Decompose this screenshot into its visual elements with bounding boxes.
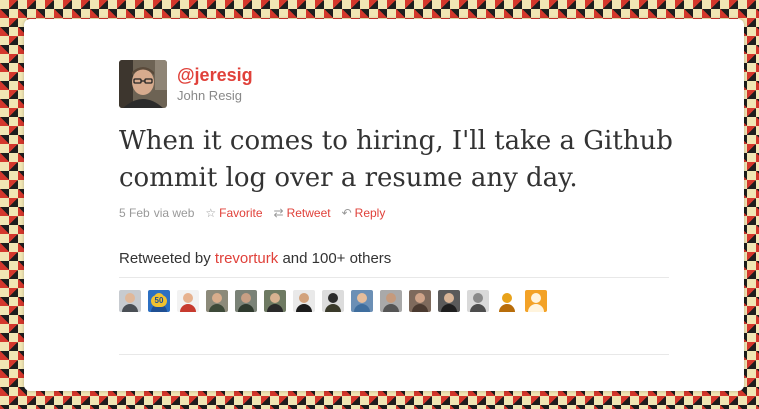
avatar-body: [122, 304, 138, 312]
retweet-button[interactable]: ⇄ Retweet: [274, 205, 331, 221]
avatar-body: [209, 304, 225, 312]
star-icon: ☆: [205, 206, 217, 220]
avatar-body: [325, 304, 341, 312]
favorite-button[interactable]: ☆ Favorite: [205, 205, 262, 221]
retweeter-11-avatar[interactable]: [409, 290, 431, 312]
reply-label: Reply: [354, 206, 386, 220]
retweeter-3-avatar[interactable]: [177, 290, 199, 312]
author-handle[interactable]: @jeresig: [177, 64, 253, 86]
favorite-label: Favorite: [219, 206, 263, 220]
avatar-head: [531, 293, 541, 303]
author-name: John Resig: [177, 88, 243, 103]
retweeter-5-avatar[interactable]: [235, 290, 257, 312]
avatar-body: [383, 304, 399, 312]
retweeter-8-avatar[interactable]: [322, 290, 344, 312]
retweeter-4-avatar[interactable]: [206, 290, 228, 312]
avatar-head: [125, 293, 135, 303]
retweeter-7-avatar[interactable]: [293, 290, 315, 312]
retweeter-10-avatar[interactable]: [380, 290, 402, 312]
retweeted-by-prefix: Retweeted by: [119, 250, 211, 267]
avatar-body: [296, 304, 312, 312]
reply-button[interactable]: ↶ Reply: [342, 205, 386, 221]
author-avatar-image: [119, 60, 167, 108]
avatar-body: [354, 304, 370, 312]
tweet-text: When it comes to hiring, I'll take a Git…: [119, 126, 673, 193]
avatar-head: [270, 293, 280, 303]
avatar-body: [441, 304, 457, 312]
retweeter-2-avatar[interactable]: 50: [148, 290, 170, 312]
retweeter-9-avatar[interactable]: [351, 290, 373, 312]
avatar-body: [470, 304, 486, 312]
avatar-head: [473, 293, 483, 303]
avatar-badge: 50: [151, 295, 167, 307]
retweeter-1-avatar[interactable]: [119, 290, 141, 312]
reply-icon: ↶: [341, 206, 352, 220]
retweet-label: Retweet: [286, 206, 331, 220]
avatar-head: [328, 293, 338, 303]
retweeter-avatars: 50: [119, 290, 554, 312]
avatar-head: [444, 293, 454, 303]
avatar-head: [415, 293, 425, 303]
avatar-body: [528, 304, 544, 312]
avatar-body: [412, 304, 428, 312]
retweeted-by: Retweeted by trevorturk and 100+ others: [119, 250, 391, 268]
divider-top: [119, 277, 669, 278]
avatar-head: [241, 293, 251, 303]
tweet-meta: 5 Feb via web ☆ Favorite ⇄ Retweet ↶ Rep…: [119, 205, 385, 221]
retweeter-15-avatar[interactable]: [525, 290, 547, 312]
avatar-body: [267, 304, 283, 312]
avatar-body: [238, 304, 254, 312]
retweeter-13-avatar[interactable]: [467, 290, 489, 312]
tweet-date[interactable]: 5 Feb: [119, 205, 150, 221]
retweeter-14-avatar[interactable]: [496, 290, 518, 312]
avatar-body: [499, 304, 515, 312]
retweeter-6-avatar[interactable]: [264, 290, 286, 312]
tweet-source: via web: [153, 206, 195, 220]
author-avatar[interactable]: [119, 60, 167, 108]
retweeted-by-suffix: and 100+ others: [282, 250, 392, 267]
avatar-head: [502, 293, 512, 303]
avatar-head: [183, 293, 193, 303]
avatar-head: [386, 293, 396, 303]
retweet-icon: ⇄: [273, 206, 284, 220]
retweeter-link[interactable]: trevorturk: [215, 250, 278, 267]
retweeter-12-avatar[interactable]: [438, 290, 460, 312]
avatar-body: [180, 304, 196, 312]
avatar-head: [357, 293, 367, 303]
tweet-card: @jeresig John Resig When it comes to hir…: [24, 19, 744, 391]
avatar-head: [299, 293, 309, 303]
avatar-head: [212, 293, 222, 303]
divider-bottom: [119, 354, 669, 355]
